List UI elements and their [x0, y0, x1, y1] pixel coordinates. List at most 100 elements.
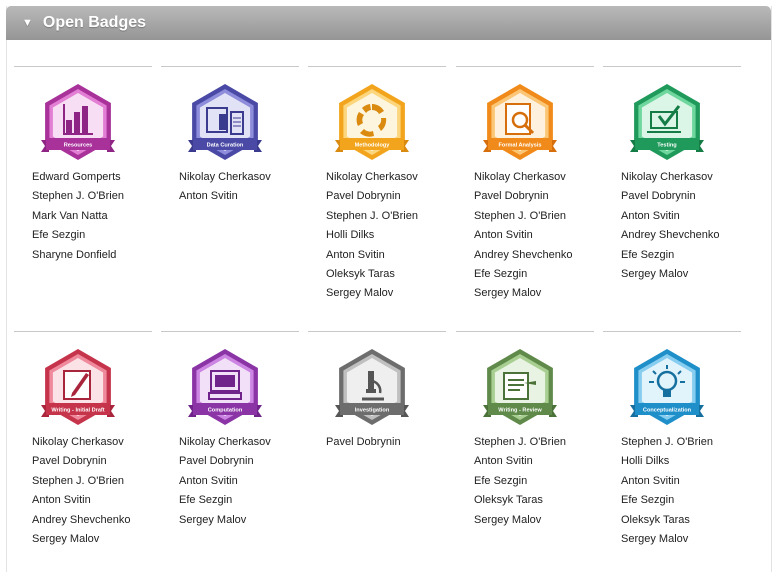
contributor-name: Efe Sezgin — [474, 474, 528, 487]
contributor-list: Nikolay Cherkasov Pavel Dobrynin Anton Svi… — [621, 168, 719, 284]
badge-label: Investigation — [355, 408, 390, 414]
contributor-name: Sergey Malov — [32, 532, 100, 545]
card-divider — [456, 66, 594, 67]
contributor-name: Andrey Shevchenko — [474, 248, 573, 261]
contributor-name: Andrey Shevchenko — [621, 229, 720, 242]
contributor-name: Pavel Dobrynin — [326, 436, 401, 448]
card-divider — [161, 66, 299, 67]
contributor-name: Stephen J. O'Brien — [326, 209, 418, 222]
card-divider — [456, 331, 594, 332]
badge-card: Formal Analysis Nikolay Cherkasov Pavel D… — [456, 66, 594, 316]
contributor-name: Nikolay Cherkasov — [32, 436, 124, 448]
card-divider — [14, 66, 152, 67]
badge-emblem[interactable]: Writing - Review — [480, 347, 560, 429]
badge-emblem[interactable]: Data Curation — [185, 82, 265, 164]
contributor-name: Nikolay Cherkasov — [621, 171, 713, 183]
badge-card: Data Curation Nikolay Cherkasov Anton Svi… — [161, 66, 299, 316]
contributor-name: Mark Van Natta — [32, 209, 108, 222]
contributor-name: Nikolay Cherkasov — [326, 171, 418, 183]
contributor-name: Oleksyk Taras — [326, 267, 395, 280]
contributor-name: Nikolay Cherkasov — [474, 171, 566, 183]
contributor-name: Efe Sezgin — [32, 229, 86, 242]
contributor-name: Oleksyk Taras — [474, 494, 543, 507]
badge-emblem[interactable]: Resources — [38, 82, 118, 164]
contributor-name: Anton Svitin — [621, 209, 680, 222]
card-divider — [308, 331, 446, 332]
pen-paper-icon — [63, 370, 91, 400]
panel-header[interactable]: ▼ Open Badges — [6, 6, 771, 40]
card-divider — [603, 331, 741, 332]
contributor-name: Sharyne Donfield — [32, 248, 117, 261]
card-divider — [308, 66, 446, 67]
contributor-name: Anton Svitin — [621, 474, 680, 487]
badge-emblem[interactable]: Testing — [627, 82, 707, 164]
contributor-name: Anton Svitin — [474, 455, 533, 468]
contributor-list: Nikolay Cherkasov Pavel Dobrynin Stephen J… — [32, 433, 130, 549]
badge-card: Resources Edward Gomperts Stephen J. O'Br… — [14, 66, 152, 316]
badge-emblem[interactable]: Computation — [185, 347, 265, 429]
contributor-name: Efe Sezgin — [474, 267, 528, 280]
contributor-name: Pavel Dobrynin — [179, 455, 254, 468]
badge-label: Writing - Review — [498, 408, 542, 414]
contributor-name: Edward Gomperts — [32, 171, 121, 183]
contributor-name: Pavel Dobrynin — [326, 190, 401, 203]
contributor-list: Edward Gomperts Stephen J. O'Brien Mark Va… — [32, 168, 124, 265]
badge-card: Writing - Initial Draft Nikolay Cherkaso… — [14, 331, 152, 581]
contributor-list: Nikolay Cherkasov Anton Svitin — [179, 168, 271, 207]
badge-card: Testing Nikolay Cherkasov Pavel Dobrynin A… — [603, 66, 741, 316]
contributor-name: Sergey Malov — [179, 513, 247, 526]
badge-label: Conceptualization — [643, 408, 692, 414]
contributor-name: Anton Svitin — [326, 248, 385, 261]
contributor-name: Pavel Dobrynin — [621, 190, 696, 203]
badge-emblem[interactable]: Conceptualization — [627, 347, 707, 429]
contributor-name: Pavel Dobrynin — [32, 455, 107, 468]
badge-card: Writing - Review Stephen J. O'Brien Anton… — [456, 331, 594, 581]
contributor-name: Stephen J. O'Brien — [621, 436, 713, 448]
contributor-name: Oleksyk Taras — [621, 513, 690, 526]
contributor-name: Stephen J. O'Brien — [474, 436, 566, 448]
badge-label: Formal Analysis — [498, 143, 541, 149]
badge-label: Resources — [64, 143, 93, 149]
contributor-name: Nikolay Cherkasov — [179, 436, 271, 448]
contributor-name: Anton Svitin — [179, 474, 238, 487]
contributor-name: Pavel Dobrynin — [474, 190, 549, 203]
card-divider — [603, 66, 741, 67]
contributor-name: Sergey Malov — [326, 287, 394, 300]
badge-label: Methodology — [355, 143, 391, 149]
badge-emblem[interactable]: Investigation — [332, 347, 412, 429]
contributor-list: Stephen J. O'Brien Holli Dilks Anton Sviti… — [621, 433, 713, 549]
contributor-name: Nikolay Cherkasov — [179, 171, 271, 183]
contributor-name: Efe Sezgin — [621, 248, 675, 261]
contributor-name: Holli Dilks — [621, 455, 670, 468]
contributor-name: Anton Svitin — [32, 494, 91, 507]
contributor-name: Anton Svitin — [474, 229, 533, 242]
contributor-name: Anton Svitin — [179, 190, 238, 203]
magnifier-document-icon — [505, 103, 535, 135]
badge-emblem[interactable]: Methodology — [332, 82, 412, 164]
contributor-name: Stephen J. O'Brien — [32, 190, 124, 203]
contributor-name: Andrey Shevchenko — [32, 513, 131, 526]
card-divider — [161, 331, 299, 332]
contributor-name: Sergey Malov — [621, 267, 689, 280]
badge-label: Computation — [208, 408, 243, 414]
panel-title: Open Badges — [42, 14, 147, 31]
contributor-list: Nikolay Cherkasov Pavel Dobrynin Stephen J… — [474, 168, 572, 304]
contributor-name: Efe Sezgin — [179, 494, 233, 507]
contributor-name: Stephen J. O'Brien — [32, 474, 124, 487]
badge-emblem[interactable]: Writing - Initial Draft — [38, 347, 118, 429]
contributor-list: Nikolay Cherkasov Pavel Dobrynin Anton Svi… — [179, 433, 271, 530]
badge-label: Testing — [657, 143, 677, 149]
contributor-name: Efe Sezgin — [621, 494, 675, 507]
contributor-name: Sergey Malov — [474, 287, 542, 300]
contributor-name: Sergey Malov — [621, 532, 689, 545]
badge-card: Computation Nikolay Cherkasov Pavel Dobry… — [161, 331, 299, 581]
badge-label: Writing - Initial Draft — [51, 408, 104, 414]
card-divider — [14, 331, 152, 332]
badge-card: Investigation Pavel Dobrynin — [308, 331, 446, 581]
triangle-down-icon[interactable]: ▼ — [22, 6, 33, 40]
badge-label: Data Curation — [207, 143, 244, 149]
contributor-list: Nikolay Cherkasov Pavel Dobrynin Stephen J… — [326, 168, 418, 304]
badge-emblem[interactable]: Formal Analysis — [480, 82, 560, 164]
contributor-list: Stephen J. O'Brien Anton Svitin Efe Sezgin… — [474, 433, 566, 530]
contributor-name: Sergey Malov — [474, 513, 542, 526]
